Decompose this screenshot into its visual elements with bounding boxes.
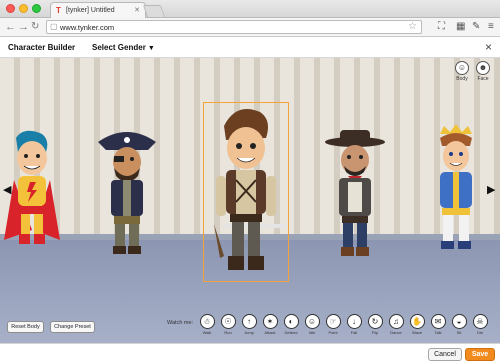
browser-tab-bar: T [tynker] Untitled ✕ <box>0 0 500 18</box>
action-label: Defend <box>284 330 298 335</box>
action-label: Run <box>224 330 232 335</box>
action-label: Attack <box>264 330 276 335</box>
idle-icon: ☺ <box>304 314 320 329</box>
defend-icon: ◐ <box>283 314 299 329</box>
character-stage: ◀ ▶ ☺ Body ☻ Face Reset Body Change Pres… <box>0 58 500 343</box>
next-character-arrow[interactable]: ▶ <box>487 183 495 196</box>
cancel-button[interactable]: Cancel <box>428 348 462 361</box>
action-walk[interactable]: ☃ Walk <box>198 314 216 335</box>
body-tool-label: Body <box>456 76 468 82</box>
action-defend[interactable]: ◐ Defend <box>282 314 300 335</box>
tab-close-icon[interactable]: ✕ <box>134 6 140 14</box>
fall-icon: ↓ <box>346 314 362 329</box>
caret-down-icon: ▼ <box>147 45 155 52</box>
character-prince[interactable] <box>428 124 484 254</box>
extension-icon[interactable]: ▦ <box>456 21 465 33</box>
action-label: Sit <box>456 330 462 335</box>
action-die[interactable]: ☠ Die <box>471 314 489 335</box>
new-tab-button[interactable] <box>142 5 166 17</box>
window-minimize-button[interactable] <box>19 4 28 13</box>
url-text: www.tynker.com <box>60 23 115 32</box>
character-pirate[interactable] <box>94 128 160 260</box>
face-tool[interactable]: ☻ Face <box>472 61 494 82</box>
action-run[interactable]: ☉ Run <box>219 314 237 335</box>
tab-title: [tynker] Untitled <box>66 7 115 14</box>
back-icon[interactable]: ← <box>5 20 16 34</box>
point-icon: ☞ <box>325 314 341 329</box>
watch-me-label: Watch me: <box>167 320 194 326</box>
action-label: Wave <box>411 330 423 335</box>
window-close-button[interactable] <box>6 4 15 13</box>
page-title: Character Builder <box>8 43 76 52</box>
attack-icon: ✶ <box>262 314 278 329</box>
jump-icon: ↑ <box>241 314 257 329</box>
action-label: Walk <box>202 330 212 335</box>
change-preset-button[interactable]: Change Preset <box>50 321 95 333</box>
browser-tab[interactable]: T [tynker] Untitled ✕ <box>50 2 146 18</box>
screenshot-icon[interactable]: ⛶ <box>438 21 445 33</box>
action-attack[interactable]: ✶ Attack <box>261 314 279 335</box>
browser-toolbar: ← → ↻ ▢ www.tynker.com ☆ ⛶ ▦ ✎ ≡ <box>0 18 500 37</box>
action-point[interactable]: ☞ Point <box>324 314 342 335</box>
wave-icon: ✋ <box>409 314 425 329</box>
action-label: Flip <box>371 330 379 335</box>
dialog-footer: Cancel Save <box>0 343 500 364</box>
window-zoom-button[interactable] <box>32 4 41 13</box>
action-talk[interactable]: ✉ Talk <box>429 314 447 335</box>
tynker-logo-icon: T <box>56 6 61 15</box>
forward-icon[interactable]: → <box>18 20 29 34</box>
menu-icon[interactable]: ≡ <box>488 21 494 33</box>
action-idle[interactable]: ☺ Idle <box>303 314 321 335</box>
flip-icon: ↻ <box>367 314 383 329</box>
sit-icon: ◒ <box>451 314 467 329</box>
action-dance[interactable]: ♫ Dance <box>387 314 405 335</box>
bookmark-star-icon[interactable]: ☆ <box>408 21 417 32</box>
action-label: Talk <box>434 330 442 335</box>
prev-character-arrow[interactable]: ◀ <box>3 183 11 196</box>
app-header: Character Builder Select Gender ▼ × <box>0 37 500 58</box>
body-icon: ☺ <box>455 61 469 75</box>
reload-icon[interactable]: ↻ <box>31 20 39 34</box>
gender-select[interactable]: Select Gender ▼ <box>92 43 155 52</box>
action-label: Idle <box>308 330 316 335</box>
die-icon: ☠ <box>472 314 488 329</box>
action-jump[interactable]: ↑ Jump <box>240 314 258 335</box>
action-label: Dance <box>390 330 402 335</box>
face-tool-label: Face <box>477 76 489 82</box>
talk-icon: ✉ <box>430 314 446 329</box>
gender-select-label: Select Gender <box>92 43 146 52</box>
page-icon: ▢ <box>50 22 58 31</box>
run-icon: ☉ <box>220 314 236 329</box>
walk-icon: ☃ <box>199 314 215 329</box>
action-wave[interactable]: ✋ Wave <box>408 314 426 335</box>
action-sit[interactable]: ◒ Sit <box>450 314 468 335</box>
action-label: Jump <box>244 330 254 335</box>
action-label: Fall <box>350 330 358 335</box>
address-bar[interactable]: ▢ www.tynker.com ☆ <box>46 20 422 34</box>
close-icon[interactable]: × <box>485 40 492 54</box>
body-tool[interactable]: ☺ Body <box>451 61 473 82</box>
face-icon: ☻ <box>476 61 490 75</box>
reset-body-button[interactable]: Reset Body <box>7 321 44 333</box>
action-fall[interactable]: ↓ Fall <box>345 314 363 335</box>
dance-icon: ♫ <box>388 314 404 329</box>
character-cowboy[interactable] <box>322 128 388 262</box>
action-flip[interactable]: ↻ Flip <box>366 314 384 335</box>
character-adventurer-selected[interactable] <box>206 106 286 282</box>
action-label: Die <box>476 330 483 335</box>
action-label: Point <box>328 330 338 335</box>
save-button[interactable]: Save <box>465 348 495 361</box>
eyedropper-icon[interactable]: ✎ <box>472 21 480 33</box>
